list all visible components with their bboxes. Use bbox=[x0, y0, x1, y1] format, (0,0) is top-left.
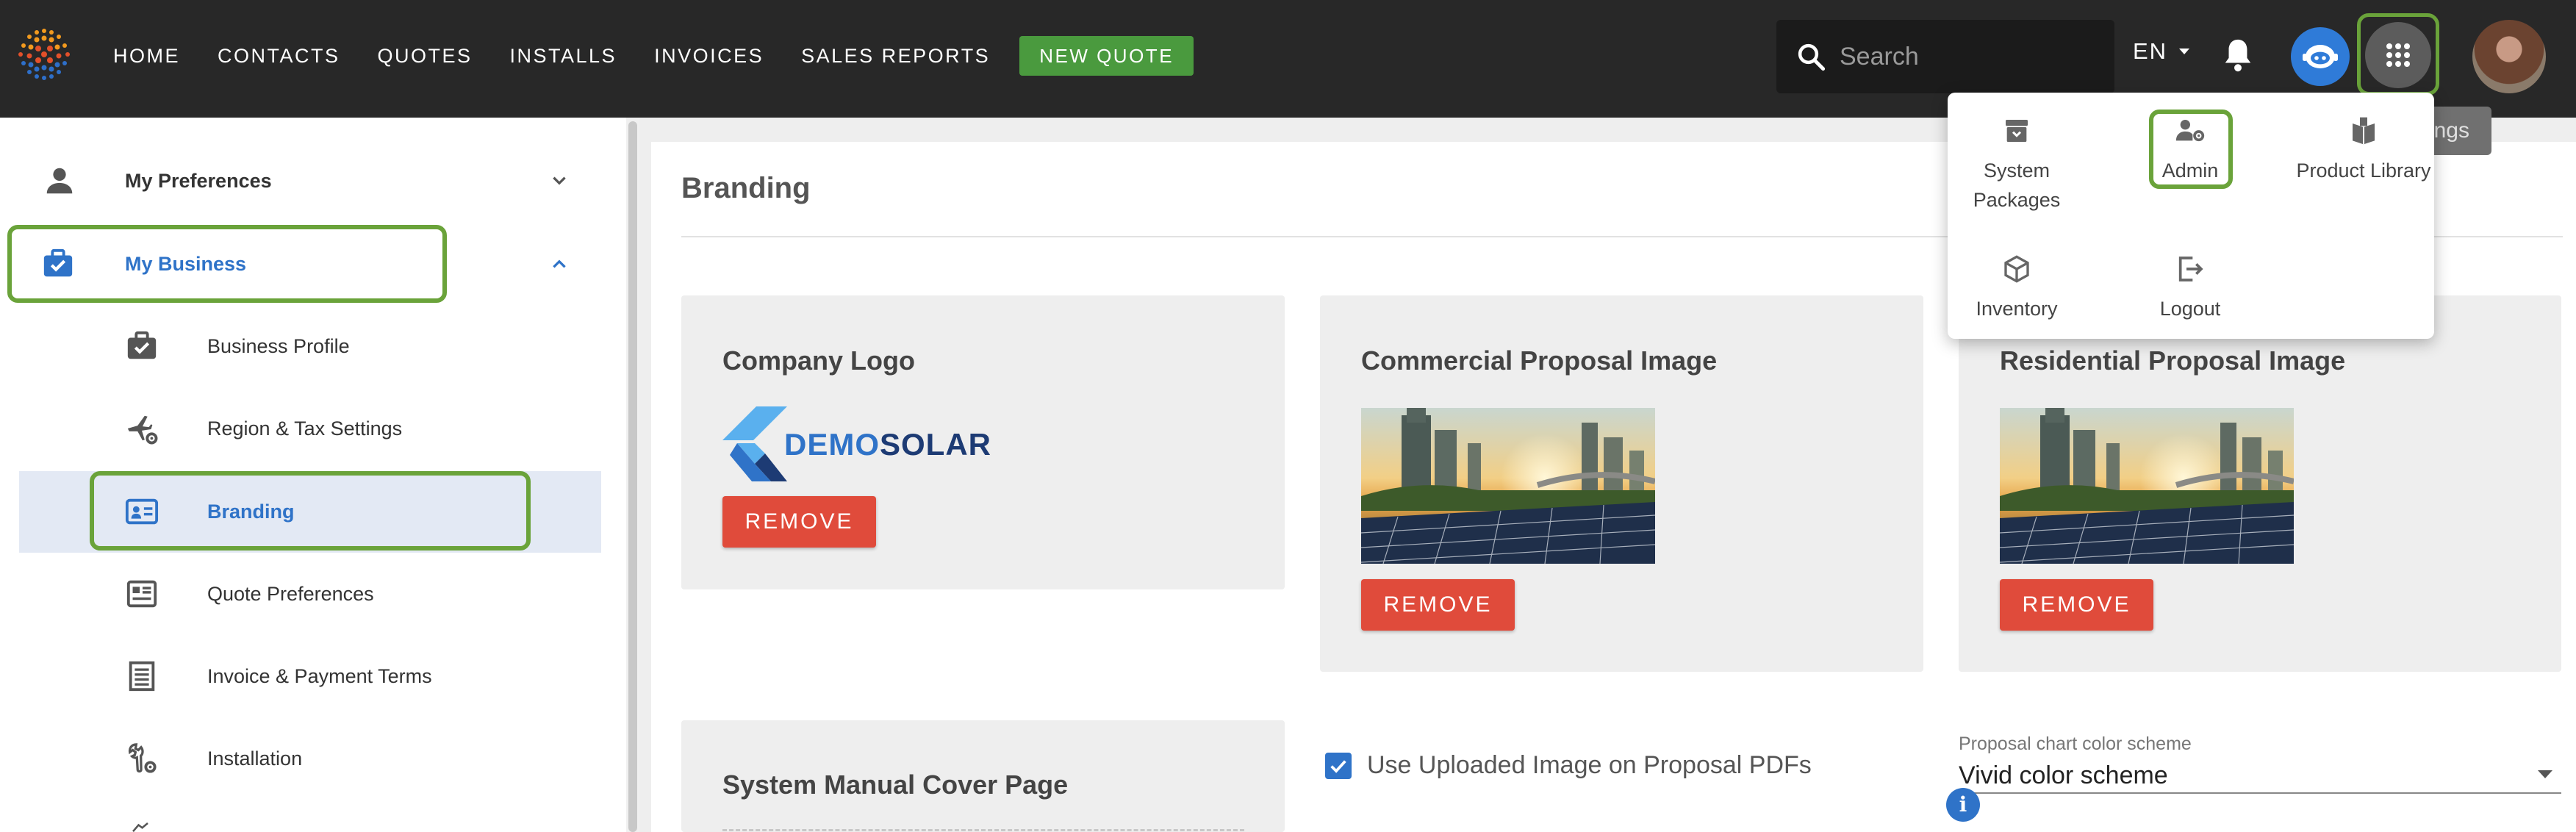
remove-residential-image-button[interactable]: REMOVE bbox=[2000, 579, 2153, 631]
menu-item-label: Logout bbox=[2159, 298, 2221, 320]
nav-sales-reports[interactable]: SALES REPORTS bbox=[801, 45, 990, 68]
sidebar-item-label: Invoice & Payment Terms bbox=[207, 664, 432, 687]
apps-menu-button[interactable] bbox=[2365, 22, 2431, 88]
use-uploaded-image-checkbox[interactable] bbox=[1325, 753, 1352, 779]
sidebar-item-business-profile[interactable]: Business Profile bbox=[0, 305, 603, 387]
check-icon bbox=[1330, 760, 1346, 773]
robot-icon bbox=[2303, 45, 2338, 68]
partial-icon bbox=[132, 822, 148, 832]
remove-company-logo-button[interactable]: REMOVE bbox=[722, 496, 876, 548]
menu-item-system-packages[interactable]: System Packages bbox=[1943, 116, 2090, 215]
logo-text-demo: DEMO bbox=[784, 427, 880, 462]
remove-commercial-image-button[interactable]: REMOVE bbox=[1361, 579, 1515, 631]
menu-item-label: System Packages bbox=[1973, 159, 2061, 211]
nav-installs[interactable]: INSTALLS bbox=[510, 45, 617, 68]
user-avatar[interactable] bbox=[2472, 20, 2546, 93]
chevron-down-icon[interactable] bbox=[2538, 770, 2552, 778]
chevron-down-icon bbox=[553, 176, 566, 185]
menu-item-logout[interactable]: Logout bbox=[2117, 254, 2264, 323]
company-logo-title: Company Logo bbox=[722, 345, 915, 376]
language-select[interactable]: EN bbox=[2133, 38, 2190, 65]
branding-highlight bbox=[90, 471, 531, 551]
nav-quotes[interactable]: QUOTES bbox=[378, 45, 473, 68]
select-underline bbox=[1959, 792, 2561, 794]
sidebar-scrollbar-thumb[interactable] bbox=[628, 121, 637, 832]
search-box bbox=[1776, 20, 2114, 93]
use-uploaded-image-label: Use Uploaded Image on Proposal PDFs bbox=[1367, 751, 1812, 779]
info-icon[interactable]: i bbox=[1946, 788, 1980, 822]
sidebar-label-preferences: My Preferences bbox=[125, 169, 272, 192]
grid-icon bbox=[2386, 43, 2410, 67]
language-label: EN bbox=[2133, 38, 2168, 64]
residential-proposal-title: Residential Proposal Image bbox=[2000, 345, 2346, 376]
archive-box-icon bbox=[2006, 120, 2028, 142]
my-business-highlight bbox=[7, 225, 447, 303]
nav-contacts[interactable]: CONTACTS bbox=[218, 45, 340, 68]
sidebar-item-label: Region & Tax Settings bbox=[207, 417, 403, 440]
logo-text-solar: SOLAR bbox=[880, 427, 991, 462]
sidebar-my-preferences[interactable]: My Preferences bbox=[0, 140, 603, 222]
sidebar-item-quote-preferences[interactable]: Quote Preferences bbox=[0, 553, 603, 635]
app-logo[interactable] bbox=[15, 25, 73, 84]
main-nav: HOME CONTACTS QUOTES INSTALLS INVOICES S… bbox=[113, 0, 1194, 112]
commercial-proposal-title: Commercial Proposal Image bbox=[1361, 345, 1718, 376]
wrench-gear-icon bbox=[128, 743, 157, 773]
sidebar-item-region-tax[interactable]: Region & Tax Settings bbox=[0, 387, 603, 470]
chart-color-scheme-select[interactable]: Vivid color scheme bbox=[1959, 761, 2168, 790]
briefcase-check-icon bbox=[127, 331, 157, 359]
chevron-up-icon bbox=[553, 259, 566, 268]
manual-cover-title: System Manual Cover Page bbox=[722, 770, 1069, 800]
cube-icon bbox=[2004, 255, 2029, 283]
logout-icon bbox=[2178, 257, 2203, 281]
logo-mark bbox=[722, 406, 787, 481]
document-list-icon bbox=[126, 580, 157, 608]
new-quote-button[interactable]: NEW QUOTE bbox=[1019, 36, 1194, 76]
search-icon bbox=[1798, 43, 1826, 71]
chart-color-scheme-label: Proposal chart color scheme bbox=[1959, 734, 2192, 754]
bell-icon[interactable] bbox=[2221, 37, 2255, 73]
dropzone-border bbox=[722, 829, 1244, 831]
menu-item-product-library[interactable]: Product Library bbox=[2290, 116, 2437, 185]
sidebar-item-label: Installation bbox=[207, 747, 303, 770]
page-title: Branding bbox=[681, 172, 811, 204]
residential-proposal-image bbox=[2000, 408, 2294, 564]
menu-item-label: Product Library bbox=[2296, 159, 2431, 182]
receipt-icon bbox=[129, 661, 155, 692]
airplane-gear-icon bbox=[127, 415, 158, 445]
sidebar-item-installation[interactable]: Installation bbox=[0, 717, 603, 800]
menu-item-inventory[interactable]: Inventory bbox=[1943, 254, 2090, 323]
sidebar-item-invoice-terms[interactable]: Invoice & Payment Terms bbox=[0, 635, 603, 717]
menu-item-label: Inventory bbox=[1976, 298, 2058, 320]
book-stack-icon bbox=[2353, 117, 2375, 145]
commercial-proposal-image bbox=[1361, 408, 1655, 564]
assistant-button[interactable] bbox=[2291, 27, 2350, 86]
sidebar-item-label: Quote Preferences bbox=[207, 582, 374, 605]
sidebar-item-label: Business Profile bbox=[207, 334, 350, 357]
person-icon bbox=[46, 168, 73, 194]
logo-wordmark: DEMOSOLAR bbox=[784, 427, 991, 462]
nav-invoices[interactable]: INVOICES bbox=[654, 45, 764, 68]
admin-highlight bbox=[2149, 110, 2233, 189]
caret-down-icon bbox=[2179, 49, 2190, 54]
nav-home[interactable]: HOME bbox=[113, 45, 180, 68]
company-logo-image: DEMOSOLAR bbox=[722, 406, 1016, 481]
search-input[interactable] bbox=[1840, 42, 2104, 71]
